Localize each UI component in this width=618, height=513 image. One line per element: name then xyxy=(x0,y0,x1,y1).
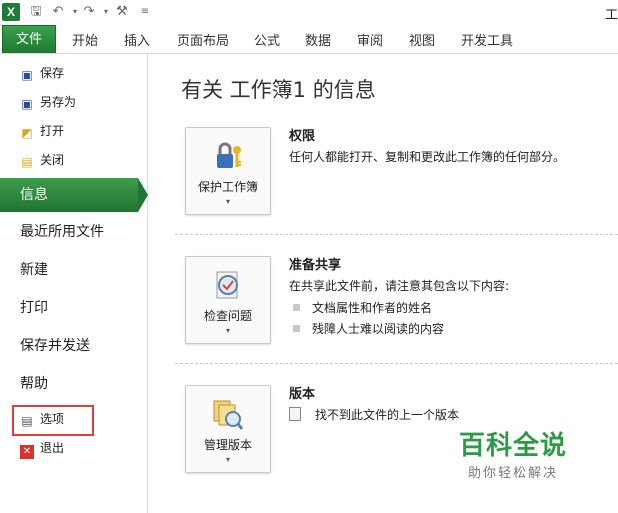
nav-save[interactable]: ▣ 保存 xyxy=(20,63,64,83)
open-folder-icon: ◩ xyxy=(21,126,33,140)
nav-exit[interactable]: ✕ 退出 xyxy=(20,438,65,459)
document-icon xyxy=(289,407,301,421)
options-highlight-box xyxy=(12,405,94,436)
nav-open-label: 打开 xyxy=(40,124,65,138)
section-divider xyxy=(175,234,618,235)
nav-save-label: 保存 xyxy=(40,66,65,80)
window-title: 工 xyxy=(604,8,618,23)
tab-insert[interactable]: 插入 xyxy=(124,30,150,49)
customize-qat-icon[interactable]: ≡ xyxy=(136,3,154,21)
nav-exit-label: 退出 xyxy=(40,441,65,455)
save-icon: ▣ xyxy=(21,68,33,82)
protect-workbook-label: 保护工作簿 xyxy=(197,180,258,194)
prepare-sharing-title: 准备共享 xyxy=(289,258,342,273)
protect-workbook-button[interactable]: 保护工作簿 ▾ xyxy=(185,127,271,215)
versions-title: 版本 xyxy=(289,387,316,402)
redo-icon[interactable]: ↷ xyxy=(80,3,98,21)
inspect-document-icon xyxy=(211,269,245,303)
chevron-down-icon: ▾ xyxy=(225,326,230,335)
nav-close-label: 关闭 xyxy=(40,153,65,167)
tab-developer[interactable]: 开发工具 xyxy=(461,30,513,49)
undo-icon[interactable]: ↶ xyxy=(49,3,67,21)
tab-review[interactable]: 审阅 xyxy=(357,30,383,49)
versions-text: 找不到此文件的上一个版本 xyxy=(315,408,460,422)
nav-save-as-label: 另存为 xyxy=(40,95,77,109)
tab-data[interactable]: 数据 xyxy=(305,30,331,49)
nav-info[interactable]: 信息 xyxy=(0,178,138,212)
list-item: 残障人士难以阅读的内容 xyxy=(293,320,444,337)
check-issues-label: 检查问题 xyxy=(203,309,252,323)
tab-formulas[interactable]: 公式 xyxy=(254,30,280,49)
tab-view[interactable]: 视图 xyxy=(409,30,435,49)
versions-icon xyxy=(211,398,245,432)
watermark-logo: 百科全说 助你轻松解决 xyxy=(433,421,593,489)
watermark-title: 百科全说 xyxy=(458,431,567,461)
close-folder-icon: ▤ xyxy=(21,155,33,169)
check-issues-button[interactable]: 检查问题 ▾ xyxy=(185,256,271,344)
prepare-sharing-text: 在共享此文件前，请注意其包含以下内容: xyxy=(289,279,510,293)
nav-open[interactable]: ◩ 打开 xyxy=(20,121,64,141)
list-item: 文档属性和作者的姓名 xyxy=(293,299,432,316)
quick-access-toolbar: X 🖫 ↶ ▾ ↷ ▾ ⚒ ≡ 工 xyxy=(0,0,618,24)
excel-logo-icon: X xyxy=(2,3,20,21)
nav-recent[interactable]: 最近所用文件 xyxy=(20,220,104,244)
chevron-down-icon: ▾ xyxy=(225,455,230,464)
nav-new[interactable]: 新建 xyxy=(20,258,48,282)
nav-help[interactable]: 帮助 xyxy=(20,372,48,396)
watermark-subtitle: 助你轻松解决 xyxy=(467,466,558,481)
tab-file[interactable]: 文件 xyxy=(2,25,56,53)
chevron-down-icon: ▾ xyxy=(225,197,230,206)
lock-keys-icon xyxy=(211,140,245,174)
manage-versions-label: 管理版本 xyxy=(203,438,252,452)
section-divider xyxy=(175,363,618,364)
bullet-text: 残障人士难以阅读的内容 xyxy=(312,322,445,336)
nav-save-send[interactable]: 保存并发送 xyxy=(20,334,90,358)
bullet-icon xyxy=(293,325,300,332)
page-title: 有关 工作簿1 的信息 xyxy=(181,78,376,102)
nav-save-as[interactable]: ▣ 另存为 xyxy=(20,92,76,112)
save-as-icon: ▣ xyxy=(21,97,33,111)
nav-print[interactable]: 打印 xyxy=(20,296,48,320)
nav-info-arrow xyxy=(138,178,148,212)
bullet-text: 文档属性和作者的姓名 xyxy=(312,301,433,315)
manage-versions-button[interactable]: 管理版本 ▾ xyxy=(185,385,271,473)
tools-icon[interactable]: ⚒ xyxy=(113,3,131,21)
ribbon-tabs: 文件 开始 插入 页面布局 公式 数据 审阅 视图 开发工具 xyxy=(0,24,618,54)
bullet-icon xyxy=(293,304,300,311)
permissions-title: 权限 xyxy=(289,129,316,144)
backstage-nav: ▣ 保存 ▣ 另存为 ◩ 打开 ▤ 关闭 信息 最近所用文件 新建 打印 保存并发送 帮… xyxy=(0,54,148,513)
permissions-text: 任何人都能打开、复制和更改此工作簿的任何部分。 xyxy=(289,150,566,164)
tab-page-layout[interactable]: 页面布局 xyxy=(177,30,229,49)
nav-close[interactable]: ▤ 关闭 xyxy=(20,150,64,170)
exit-icon: ✕ xyxy=(20,445,34,459)
tab-home[interactable]: 开始 xyxy=(72,30,98,49)
save-icon[interactable]: 🖫 xyxy=(27,3,45,21)
